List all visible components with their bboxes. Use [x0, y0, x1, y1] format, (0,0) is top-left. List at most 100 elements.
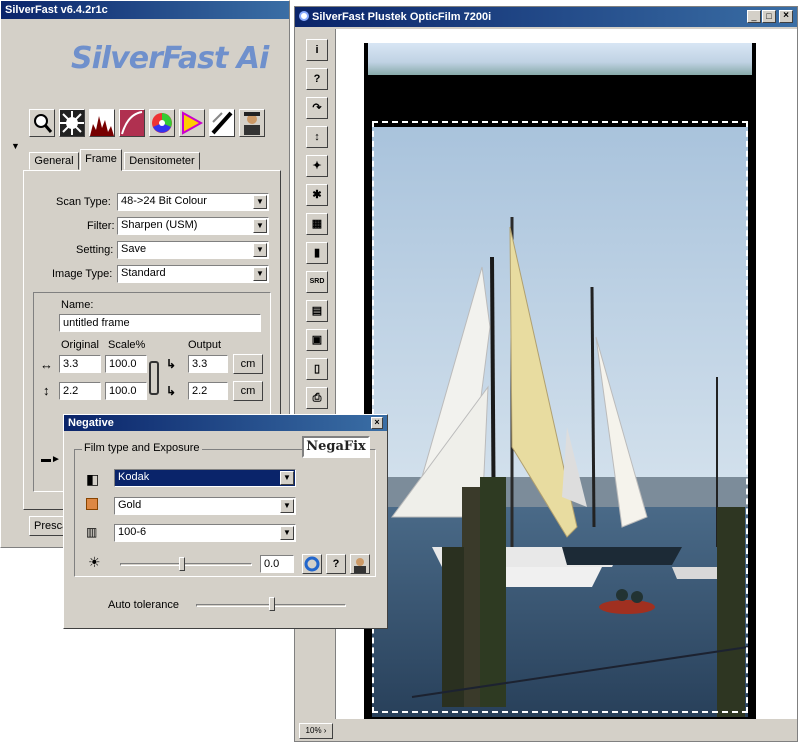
manufacturer-select[interactable]: Kodak ▼	[114, 469, 296, 487]
lock-icon[interactable]: ↳	[166, 384, 176, 398]
negative-dialog: Negative × Film type and Exposure NegaFi…	[63, 414, 388, 629]
scan-type-select[interactable]: 48->24 Bit Colour ▼	[117, 193, 269, 211]
color-icon[interactable]: ▮	[306, 242, 328, 264]
gradation-icon[interactable]	[59, 109, 85, 137]
negafix-logo-text: NegaFix	[306, 439, 366, 454]
name-label: Name:	[61, 299, 94, 311]
dialog-close-button[interactable]: ×	[371, 417, 383, 429]
selective-color-icon[interactable]	[179, 109, 205, 137]
width-unit-button[interactable]: cm	[233, 354, 263, 374]
tolerance-slider-thumb[interactable]	[269, 597, 275, 611]
width-arrow-icon: ↔	[40, 357, 53, 372]
scan-type-label: Scan Type:	[56, 196, 111, 208]
zoom-indicator[interactable]: 10% ›	[299, 723, 333, 739]
chevron-down-icon[interactable]: ▼	[280, 471, 294, 485]
print-icon[interactable]: ⎙	[306, 387, 328, 409]
chevron-down-icon[interactable]: ▼	[253, 219, 267, 233]
flip-icon[interactable]: ↕	[306, 126, 328, 148]
setting-select[interactable]: Save ▼	[117, 241, 269, 259]
scale-label: Scale%	[108, 339, 146, 351]
help-icon[interactable]: ?	[306, 68, 328, 90]
window-app-icon	[299, 11, 309, 21]
image-type-label: Image Type:	[52, 268, 113, 280]
layers-icon[interactable]: ▤	[306, 300, 328, 322]
chain-link-icon[interactable]	[149, 361, 159, 395]
previous-frame-image	[368, 43, 752, 75]
height-unit-button[interactable]: cm	[233, 381, 263, 401]
manufacturer-icon: ◧	[86, 471, 100, 487]
mirror-icon[interactable]: ✦	[306, 155, 328, 177]
tab-densitometer[interactable]: Densitometer	[124, 152, 200, 170]
filter-select[interactable]: Sharpen (USM) ▼	[117, 217, 269, 235]
portrait-icon[interactable]	[239, 109, 265, 137]
scan-window-titlebar[interactable]: SilverFast Plustek OpticFilm 7200i	[295, 7, 797, 27]
speed-value: 100-6	[118, 526, 147, 538]
film-icon	[86, 498, 98, 510]
image-type-select[interactable]: Standard ▼	[117, 265, 269, 283]
zoom-value: 10%	[305, 726, 322, 735]
negative-dialog-titlebar[interactable]: Negative	[64, 415, 387, 431]
main-panel-titlebar[interactable]: SilverFast v6.4.2r1c	[1, 1, 289, 19]
exposure-slider-track[interactable]	[120, 563, 252, 566]
selection-frame[interactable]	[372, 121, 748, 713]
curve-icon[interactable]	[119, 109, 145, 137]
chevron-down-icon[interactable]: ▼	[253, 243, 267, 257]
height-output-field[interactable]: 2.2	[188, 382, 228, 400]
bottle-icon[interactable]: ▯	[306, 358, 328, 380]
jobmanager-icon[interactable]: ▣	[306, 329, 328, 351]
height-arrow-icon: ↕	[43, 383, 50, 398]
scan-window-title: SilverFast Plustek OpticFilm 7200i	[312, 11, 492, 23]
histogram-icon[interactable]	[89, 109, 115, 137]
frame-icon[interactable]: ▦	[306, 213, 328, 235]
film-select[interactable]: Gold ▼	[114, 497, 296, 515]
color-wheel-icon[interactable]	[149, 109, 175, 137]
film-type-group-label: Film type and Exposure	[82, 442, 202, 454]
width-scale-field[interactable]: 100.0	[105, 355, 147, 373]
filter-label: Filter:	[87, 220, 115, 232]
auto-tolerance-label: Auto tolerance	[108, 599, 179, 611]
maximize-button[interactable]: □	[762, 10, 776, 23]
preview-canvas	[335, 29, 797, 719]
tab-general[interactable]: General	[29, 152, 79, 170]
manufacturer-value: Kodak	[118, 471, 150, 483]
app-logo: SilverFast Ai	[71, 41, 269, 76]
width-output-field[interactable]: 3.3	[188, 355, 228, 373]
exposure-value-field[interactable]: 0.0	[260, 555, 294, 573]
collapse-arrow-icon[interactable]: ▼	[11, 141, 20, 151]
exposure-slider-thumb[interactable]	[178, 557, 185, 571]
chevron-down-icon[interactable]: ▼	[280, 526, 294, 540]
scan-window: SilverFast Plustek OpticFilm 7200i _ □ ×…	[294, 6, 798, 742]
chevron-down-icon[interactable]: ▼	[280, 499, 294, 513]
height-original-field[interactable]: 2.2	[59, 382, 101, 400]
scan-type-value: 48->24 Bit Colour	[121, 195, 207, 207]
help-button[interactable]: ?	[326, 554, 346, 574]
name-field[interactable]: untitled frame	[59, 314, 261, 332]
magnifier-icon[interactable]	[29, 109, 55, 137]
exposure-sun-icon: ☀	[88, 554, 101, 570]
original-label: Original	[61, 339, 99, 351]
small-arrow-icon: ▬►	[41, 454, 61, 465]
rotate-icon[interactable]: ↷	[306, 97, 328, 119]
minimize-button[interactable]: _	[747, 10, 761, 23]
negafix-logo: NegaFix	[302, 436, 370, 458]
chevron-down-icon[interactable]: ▼	[253, 267, 267, 281]
tab-frame[interactable]: Frame	[80, 149, 122, 171]
dust-icon[interactable]: ✱	[306, 184, 328, 206]
auto-icon[interactable]	[302, 554, 322, 574]
height-scale-field[interactable]: 100.0	[105, 382, 147, 400]
output-label: Output	[188, 339, 222, 351]
film-strip	[364, 43, 756, 719]
lock-icon[interactable]: ↳	[166, 357, 176, 371]
srd-icon[interactable]: SRD	[306, 271, 328, 293]
info-icon[interactable]: i	[306, 39, 328, 61]
sharpen-icon[interactable]	[209, 109, 235, 137]
speed-icon: ▥	[86, 525, 98, 539]
expert-icon[interactable]	[350, 554, 370, 574]
width-original-field[interactable]: 3.3	[59, 355, 101, 373]
speed-select[interactable]: 100-6 ▼	[114, 524, 296, 542]
film-value: Gold	[118, 499, 142, 511]
image-type-value: Standard	[121, 267, 166, 279]
close-button[interactable]: ×	[779, 10, 793, 23]
setting-label: Setting:	[76, 244, 114, 256]
chevron-down-icon[interactable]: ▼	[253, 195, 267, 209]
